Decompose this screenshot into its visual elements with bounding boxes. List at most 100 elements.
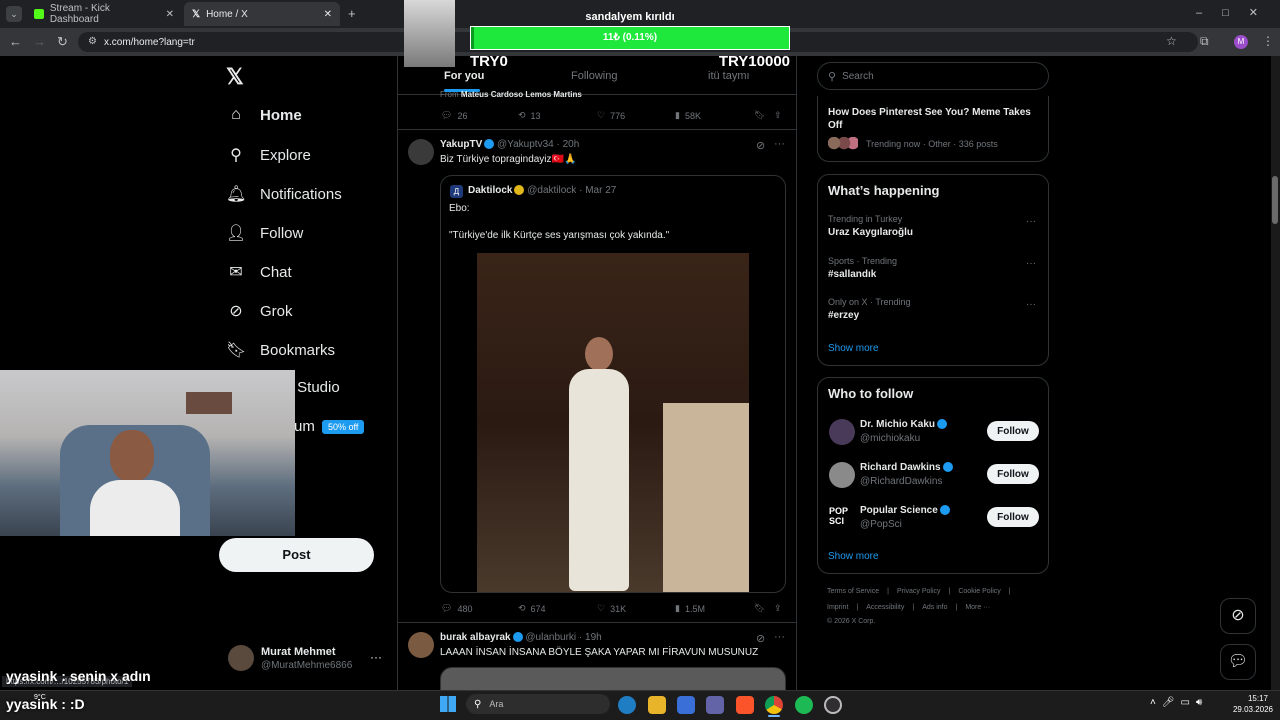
windows-start-icon[interactable] — [440, 696, 456, 712]
tweet-avatar[interactable] — [408, 139, 434, 165]
tweet-handle[interactable]: @ulanburki — [525, 632, 576, 643]
forward-icon[interactable]: → — [33, 34, 46, 49]
views-action[interactable]: ▮ 58K — [675, 110, 701, 121]
nav-grok[interactable]: ⊘ Grok — [226, 301, 292, 321]
new-tab-icon[interactable]: + — [348, 6, 356, 21]
tweet-avatar[interactable] — [408, 632, 434, 658]
profile-avatar[interactable]: M — [1234, 35, 1248, 49]
menu-icon[interactable]: ⋮ — [1262, 34, 1274, 48]
footer-link[interactable]: Imprint — [827, 604, 848, 611]
scrollbar-thumb[interactable] — [1272, 176, 1278, 224]
tab-custom-list[interactable]: itü taymı — [708, 70, 750, 82]
extensions-icon[interactable]: ⧉ — [1200, 34, 1209, 49]
quoted-tweet[interactable]: Д Daktilock @daktilock · Mar 27 Ebo: "Tü… — [440, 175, 786, 593]
more-icon[interactable]: ··· — [1026, 258, 1036, 269]
footer-link[interactable]: Terms of Service — [827, 588, 879, 595]
tweet-author[interactable]: YakupTV — [440, 139, 482, 150]
tab-list-icon[interactable]: ⌄ — [6, 6, 22, 22]
grok-float-button[interactable]: ⊘ — [1220, 598, 1256, 634]
share-action[interactable]: ⇪ — [774, 110, 782, 121]
store-icon[interactable] — [677, 696, 695, 714]
footer-link[interactable]: Accessibility — [866, 604, 904, 611]
post-button[interactable]: Post — [219, 538, 374, 572]
more-icon[interactable]: ··· — [774, 138, 785, 150]
nav-chat[interactable]: ✉ Chat — [226, 262, 291, 282]
tweet-time[interactable]: · 20h — [556, 139, 579, 150]
like-action[interactable]: ♡ 776 — [597, 110, 625, 121]
follow-avatar[interactable] — [829, 419, 855, 445]
more-icon[interactable]: ··· — [1026, 299, 1036, 310]
edge-icon[interactable] — [618, 696, 636, 714]
tab-for-you[interactable]: For you — [444, 70, 484, 82]
reply-action[interactable]: 💬︎ 480 — [441, 603, 472, 614]
more-icon[interactable]: ··· — [774, 631, 785, 643]
close-icon[interactable]: ✕ — [324, 9, 332, 20]
grok-icon[interactable]: ⊘ — [756, 632, 765, 645]
retweet-action[interactable]: ⟲ 674 — [518, 603, 546, 614]
tweet-time[interactable]: · 19h — [579, 632, 602, 643]
tab-kick-dashboard[interactable]: Stream - Kick Dashboard ✕ — [26, 2, 182, 26]
bookmark-action[interactable]: 🔖︎ — [754, 110, 765, 121]
like-action[interactable]: ♡ 31K — [597, 603, 626, 614]
system-tray-icons[interactable]: ˄🎤︎▭🔊︎ — [1150, 697, 1208, 708]
bookmark-action[interactable]: 🔖︎ — [754, 603, 765, 614]
teams-icon[interactable] — [706, 696, 724, 714]
more-icon[interactable]: ··· — [370, 650, 382, 664]
footer-link[interactable]: Privacy Policy — [897, 588, 941, 595]
follow-button[interactable]: Follow — [987, 464, 1039, 484]
share-action[interactable]: ⇪ — [774, 603, 782, 614]
follow-name[interactable]: Richard Dawkins — [860, 462, 953, 473]
messages-float-button[interactable]: 💬︎ — [1220, 644, 1256, 680]
clock-date[interactable]: 29.03.2026 — [1228, 705, 1278, 714]
bookmark-star-icon[interactable]: ☆ — [1166, 34, 1177, 48]
nav-premium[interactable]: um — [294, 418, 315, 435]
clock-time[interactable]: 15:17 — [1238, 694, 1278, 703]
search-input[interactable]: ⚲ Search — [817, 62, 1049, 90]
chrome-icon[interactable] — [765, 696, 783, 714]
quoted-photo[interactable] — [477, 253, 749, 592]
nav-notifications[interactable]: 🔔︎ Notifications — [226, 184, 342, 204]
follow-name[interactable]: Popular Science — [860, 505, 950, 516]
tab-following[interactable]: Following — [571, 70, 617, 82]
back-icon[interactable]: ← — [9, 34, 22, 49]
site-info-icon[interactable]: ⚙ — [88, 36, 97, 47]
taskbar-search[interactable]: ⚲ Ara — [466, 694, 610, 714]
footer-link[interactable]: More ··· — [965, 604, 990, 611]
reply-action[interactable]: 💬︎ 26 — [441, 110, 467, 121]
views-action[interactable]: ▮ 1.5M — [675, 603, 705, 614]
nav-follow[interactable]: 👤︎ Follow — [226, 223, 303, 243]
tab-home-x[interactable]: 𝕏 Home / X ✕ — [184, 2, 340, 26]
trend-name[interactable]: Uraz Kaygılaroğlu — [828, 227, 913, 238]
trending-card-title[interactable]: How Does Pinterest See You? Meme Takes O… — [828, 106, 1038, 132]
trend-name[interactable]: #sallandık — [828, 269, 876, 280]
reload-icon[interactable]: ↻ — [57, 34, 68, 50]
follow-button[interactable]: Follow — [987, 507, 1039, 527]
account-avatar[interactable] — [228, 645, 254, 671]
nav-creator-studio[interactable]: r Studio — [288, 379, 340, 396]
grok-icon[interactable]: ⊘ — [756, 139, 765, 152]
account-name[interactable]: Murat Mehmet — [261, 646, 336, 658]
more-icon[interactable]: ··· — [1026, 216, 1036, 227]
retweet-action[interactable]: ⟲ 13 — [518, 110, 541, 121]
file-explorer-icon[interactable] — [648, 696, 666, 714]
trend-name[interactable]: #erzey — [828, 310, 859, 321]
footer-link[interactable]: Ads info — [922, 604, 947, 611]
close-icon[interactable]: ✕ — [166, 9, 174, 20]
window-controls[interactable]: –□✕ — [1196, 6, 1278, 19]
follow-button[interactable]: Follow — [987, 421, 1039, 441]
nav-explore[interactable]: ⚲ Explore — [226, 145, 311, 165]
x-logo-icon[interactable]: 𝕏 — [226, 64, 244, 90]
tweet-handle[interactable]: @Yakuptv34 — [497, 139, 554, 150]
obs-icon[interactable] — [824, 696, 842, 714]
follow-avatar[interactable] — [829, 462, 855, 488]
spotify-icon[interactable] — [795, 696, 813, 714]
footer-link[interactable]: Cookie Policy — [958, 588, 1000, 595]
popsci-logo[interactable]: POP SCI — [829, 506, 855, 532]
follow-name[interactable]: Dr. Michio Kaku — [860, 419, 948, 430]
brave-icon[interactable] — [736, 696, 754, 714]
nav-home[interactable]: ⌂ Home — [226, 106, 302, 124]
show-more-link[interactable]: Show more — [828, 343, 879, 354]
tweet-author[interactable]: burak albayrak — [440, 632, 511, 643]
show-more-link[interactable]: Show more — [828, 551, 879, 562]
nav-bookmarks[interactable]: 🔖︎ Bookmarks — [226, 340, 335, 360]
